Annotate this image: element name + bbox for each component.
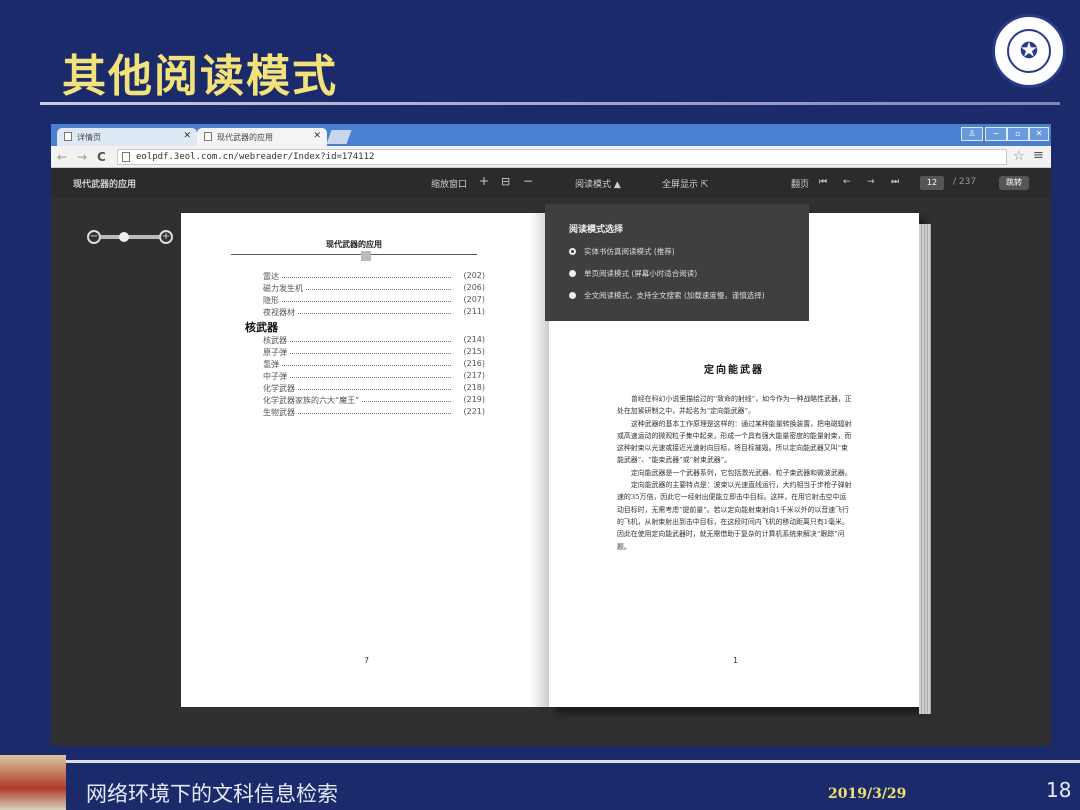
tab-bar: 详情页 ✕ 现代武器的应用 ✕ ♙ − ▫ ✕ — [51, 124, 1051, 146]
tab-reader[interactable]: 现代武器的应用 ✕ — [197, 128, 327, 146]
campus-photo — [0, 755, 66, 810]
toc-entry[interactable]: 核武器 (214) — [245, 335, 485, 347]
mode-option-single-page[interactable]: 单页阅读模式 (屏幕小时适合阅读) — [569, 268, 697, 279]
close-tab-icon[interactable]: ✕ — [183, 131, 191, 141]
mode-option-full-text[interactable]: 全文阅读模式，支持全文搜索 (加载速度慢，谨慎选择) — [569, 290, 765, 301]
reading-mode-button[interactable]: 阅读模式 ▲ — [575, 177, 621, 190]
next-page-icon[interactable]: → — [867, 177, 875, 187]
total-pages: / 237 — [953, 177, 977, 187]
page-number-input[interactable]: 12 — [920, 176, 944, 190]
mode-option-book[interactable]: 实体书仿真阅读模式 (推荐) — [569, 246, 675, 257]
toc-entry[interactable]: 化学武器家族的六大“魔王” (219) — [245, 395, 485, 407]
url-field[interactable]: eolpdf.3eol.com.cn/webreader/Index?id=17… — [117, 149, 1007, 165]
zoom-out-button[interactable]: − — [523, 174, 533, 188]
zoom-in-button[interactable]: + — [479, 174, 489, 188]
reload-button[interactable]: C — [97, 150, 106, 164]
footer-divider — [0, 760, 1080, 763]
close-window-button[interactable]: ✕ — [1029, 127, 1049, 141]
back-button[interactable]: ← — [57, 150, 67, 164]
page-icon — [204, 132, 212, 141]
page-number-left: 7 — [364, 656, 370, 665]
toc-entry[interactable]: 氢弹 (216) — [245, 359, 485, 371]
first-page-icon[interactable]: ⏮ — [819, 177, 827, 187]
bookmark-star-icon[interactable]: ☆ — [1013, 149, 1025, 164]
zoom-knob[interactable] — [119, 232, 129, 242]
close-tab-icon[interactable]: ✕ — [313, 131, 321, 141]
go-button[interactable]: 跳转 — [999, 176, 1029, 190]
forward-button[interactable]: → — [77, 150, 87, 164]
page-icon — [122, 152, 130, 162]
page-icon — [64, 132, 72, 141]
zoom-track[interactable] — [101, 235, 159, 239]
shrink-window-button[interactable]: 缩放窗口 — [431, 177, 467, 190]
paragraph: 定向能武器的主要特点是：波束以光速直线运行，大约相当于步枪子弹射速的35万倍，因… — [617, 481, 852, 551]
fullscreen-button[interactable]: 全屏显示 ⇱ — [662, 177, 708, 190]
toc-entry[interactable]: 隐形 (207) — [245, 295, 485, 307]
browser-window: 详情页 ✕ 现代武器的应用 ✕ ♙ − ▫ ✕ ← → C eolpdf.3eo… — [51, 124, 1051, 746]
page-number-right: 1 — [733, 656, 739, 665]
menu-icon[interactable]: ≡ — [1033, 148, 1044, 163]
tab-label: 详情页 — [77, 133, 101, 142]
minimize-button[interactable]: − — [985, 127, 1007, 141]
paragraph: 定向能武器是一个武器系列，它包括激光武器、粒子束武器和微波武器。 — [631, 468, 852, 477]
radio-icon — [569, 292, 576, 299]
toc-entry[interactable]: 雷达 (202) — [245, 271, 485, 283]
address-bar: ← → C eolpdf.3eol.com.cn/webreader/Index… — [51, 146, 1051, 168]
zoom-minus-icon[interactable]: − — [87, 230, 101, 244]
fit-page-button[interactable]: ⊟ — [501, 175, 510, 188]
footer-date: 2019/3/29 — [828, 786, 907, 802]
paragraph: 这种武器的基本工作原理是这样的：通过某种能量转换装置，把电磁辐射或高速运动的微观… — [617, 419, 852, 465]
radio-selected-icon — [569, 248, 576, 255]
tab-label: 现代武器的应用 — [217, 133, 273, 142]
toc-entry[interactable]: 生物武器 (221) — [245, 407, 485, 419]
url-text: eolpdf.3eol.com.cn/webreader/Index?id=17… — [136, 152, 375, 162]
prev-page-icon[interactable]: ← — [843, 177, 851, 187]
footer-course-title: 网络环境下的文科信息检索 — [86, 782, 338, 806]
book-page-left: 现代武器的应用 雷达 (202) 磁力发生机 (206) 隐形 (207) 夜视器材(… — [181, 213, 549, 707]
new-tab-button[interactable] — [326, 130, 352, 144]
university-seal-logo: ✪ — [992, 14, 1066, 88]
toc-entry[interactable]: 夜视器材 (211) — [245, 307, 485, 319]
reader-toolbar: 现代武器的应用 缩放窗口 + ⊟ − 阅读模式 ▲ 全屏显示 ⇱ 翻页 ⏮ ← … — [51, 168, 1051, 198]
toc-entry[interactable]: 磁力发生机 (206) — [245, 283, 485, 295]
reading-mode-panel: 阅读模式选择 实体书仿真阅读模式 (推荐) 单页阅读模式 (屏幕小时适合阅读) … — [545, 204, 809, 321]
tab-details[interactable]: 详情页 ✕ — [57, 128, 197, 146]
toc-entry[interactable]: 原子弹 (215) — [245, 347, 485, 359]
paragraph: 曾经在科幻小说里描绘过的“致命的射线”，如今作为一种战略性武器，正处在加紧研制之… — [617, 395, 852, 416]
maximize-button[interactable]: ▫ — [1007, 127, 1029, 141]
slide-page-number: 18 — [1046, 778, 1072, 802]
toc-entry[interactable]: 化学武器 (218) — [245, 383, 485, 395]
title-divider — [40, 102, 1060, 105]
seal-emblem-icon: ✪ — [1007, 29, 1051, 73]
slide-title: 其他阅读模式 — [62, 51, 338, 102]
zoom-slider[interactable]: − + — [87, 229, 173, 245]
table-of-contents: 雷达 (202) 磁力发生机 (206) 隐形 (207) 夜视器材 (211) 核武器… — [245, 271, 485, 419]
zoom-plus-icon[interactable]: + — [159, 230, 173, 244]
bookmark-icon[interactable] — [361, 251, 371, 261]
chapter-title: 定向能武器 — [704, 365, 764, 376]
user-icon[interactable]: ♙ — [961, 127, 983, 141]
reading-mode-panel-title: 阅读模式选择 — [569, 225, 624, 235]
last-page-icon[interactable]: ⏭ — [891, 177, 899, 187]
flip-label: 翻页 — [791, 180, 810, 190]
toc-entry[interactable]: 中子弹 (217) — [245, 371, 485, 383]
page-stack-edge — [919, 224, 931, 714]
book-title: 现代武器的应用 — [73, 180, 137, 190]
toc-section-heading: 核武器 — [245, 321, 278, 334]
radio-icon — [569, 270, 576, 277]
running-header: 现代武器的应用 — [231, 239, 477, 255]
chapter-body: 曾经在科幻小说里描绘过的“致命的射线”，如今作为一种战略性武器，正处在加紧研制之… — [617, 393, 853, 553]
